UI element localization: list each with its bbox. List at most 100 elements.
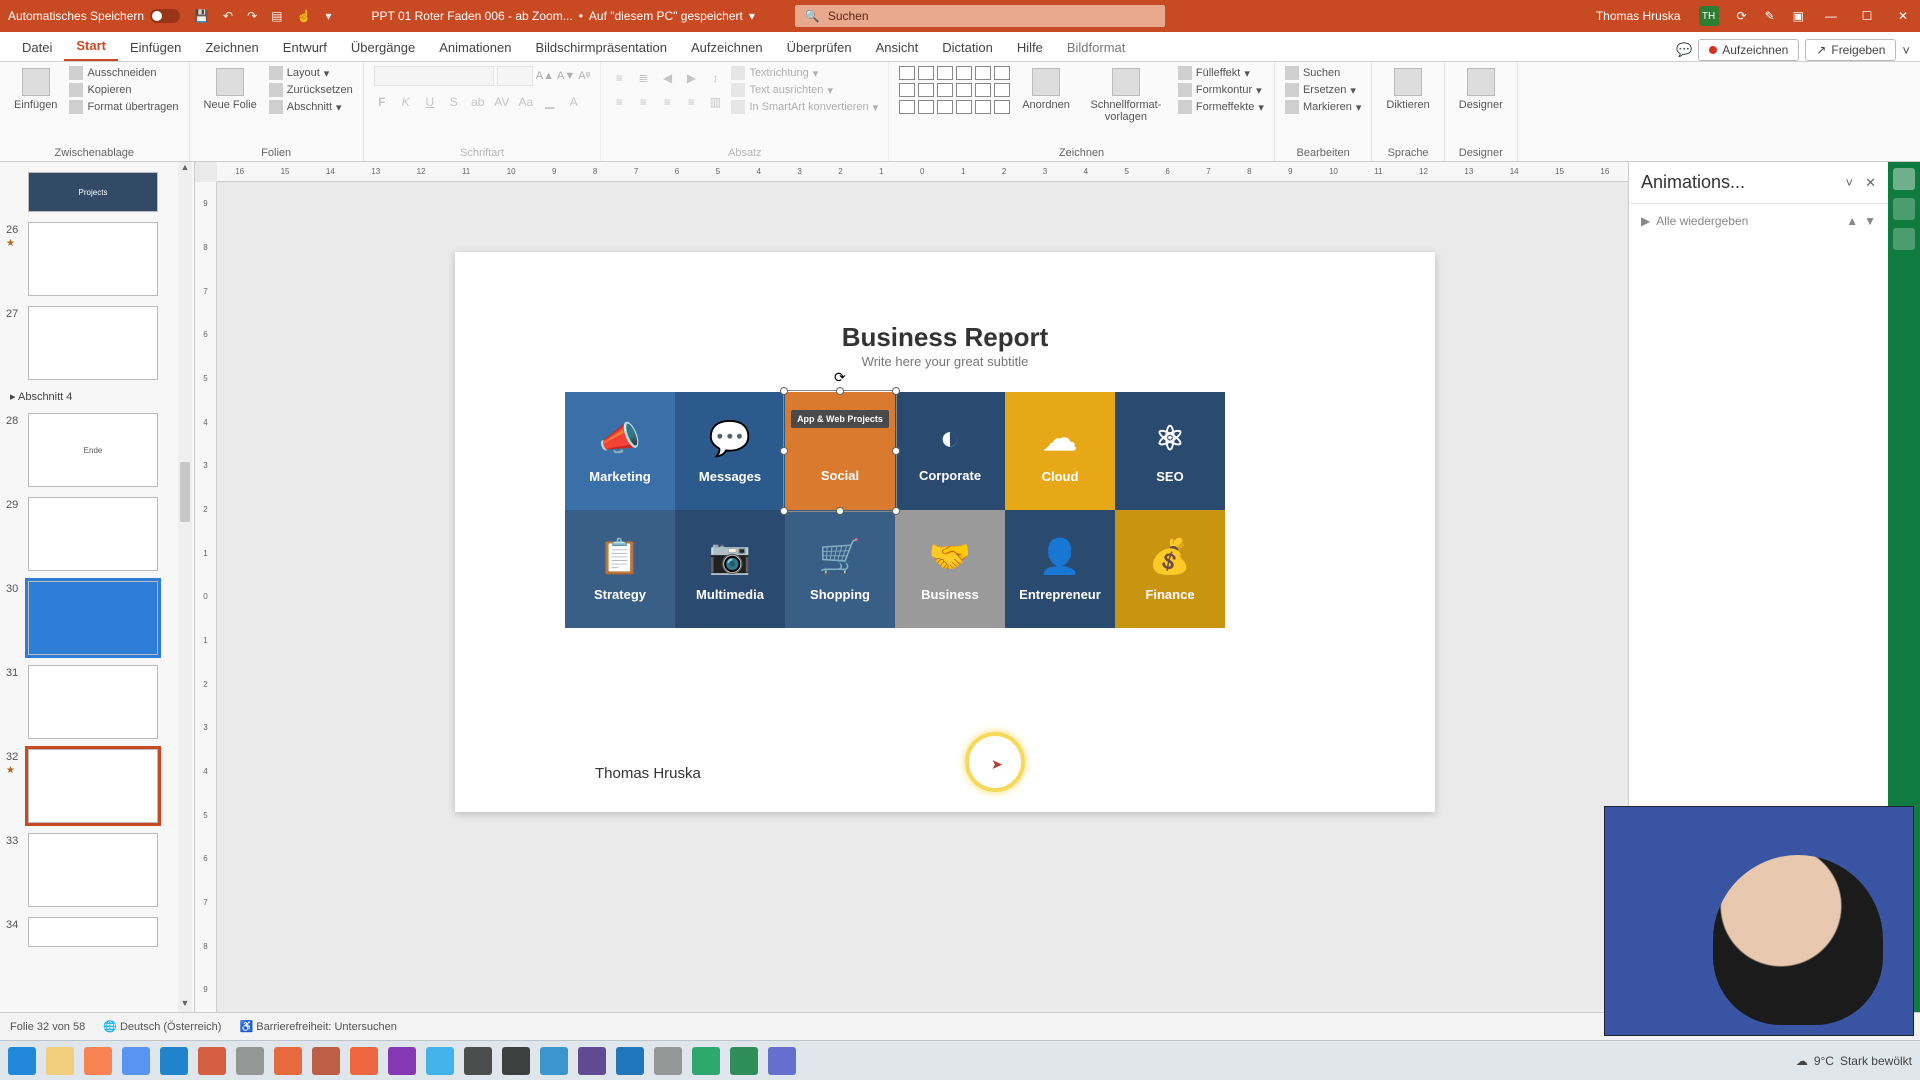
slide-canvas[interactable]: Business Report Write here your great su… (455, 252, 1435, 812)
slide-editor[interactable]: 1615141312111098765432101234567891011121… (195, 162, 1628, 1012)
start-button[interactable] (8, 1047, 36, 1075)
app-icon[interactable] (312, 1047, 340, 1075)
text-direction-button[interactable]: Textrichtung ▾ (731, 66, 878, 80)
play-all-label[interactable]: Alle wiedergeben (1656, 214, 1748, 228)
bullets-icon[interactable]: ≡ (611, 70, 627, 86)
scroll-up-icon[interactable]: ▲ (178, 162, 192, 176)
tab-einfuegen[interactable]: Einfügen (118, 34, 193, 61)
clear-format-icon[interactable]: Aᵠ (578, 70, 590, 82)
tile-seo[interactable]: ⚛SEO (1115, 392, 1225, 510)
accessibility-indicator[interactable]: ♿ Barrierefreiheit: Untersuchen (239, 1020, 396, 1033)
grow-font-icon[interactable]: A▲ (536, 70, 554, 82)
play-icon[interactable]: ▶ (1641, 214, 1650, 228)
rotate-handle-icon[interactable]: ⟳ (834, 369, 846, 386)
present-icon[interactable]: ▤ (271, 9, 282, 23)
tab-animationen[interactable]: Animationen (427, 34, 523, 61)
side-icon[interactable] (1893, 168, 1915, 190)
shrink-font-icon[interactable]: A▼ (557, 70, 575, 82)
author-text[interactable]: Thomas Hruska (595, 765, 701, 782)
fill-button[interactable]: Fülleffekt ▾ (1178, 66, 1264, 80)
tab-bildformat[interactable]: Bildformat (1055, 34, 1138, 61)
columns-icon[interactable]: ▥ (707, 94, 723, 110)
record-button[interactable]: Aufzeichnen (1698, 39, 1799, 61)
side-icon[interactable] (1893, 228, 1915, 250)
redo-icon[interactable]: ↷ (247, 9, 257, 23)
line-spacing-icon[interactable]: ↕ (707, 70, 723, 86)
slide-counter[interactable]: Folie 32 von 58 (10, 1021, 85, 1033)
align-right-icon[interactable]: ≡ (659, 94, 675, 110)
scroll-down-icon[interactable]: ▼ (178, 998, 192, 1012)
case-button[interactable]: Aa (518, 94, 534, 110)
edge-icon[interactable] (692, 1047, 720, 1075)
chrome-icon[interactable] (122, 1047, 150, 1075)
find-button[interactable]: Suchen (1285, 66, 1361, 80)
user-avatar[interactable]: TH (1699, 6, 1719, 26)
align-just-icon[interactable]: ≡ (683, 94, 699, 110)
format-painter-button[interactable]: Format übertragen (69, 100, 178, 114)
thumb-29[interactable]: 29 (28, 497, 176, 571)
new-slide-button[interactable]: Neue Folie (200, 66, 261, 113)
numbering-icon[interactable]: ≣ (635, 70, 651, 86)
section-header[interactable]: ▸ Abschnitt 4 (10, 390, 176, 403)
window-icon[interactable]: ▣ (1793, 9, 1804, 23)
onenote-icon[interactable] (388, 1047, 416, 1075)
indent-inc-icon[interactable]: ▶ (683, 70, 699, 86)
close-button[interactable]: ✕ (1894, 9, 1912, 23)
close-icon[interactable]: ✕ (1865, 175, 1876, 191)
move-down-icon[interactable]: ▼ (1864, 214, 1876, 228)
strike-button[interactable]: S (446, 94, 462, 110)
arrange-button[interactable]: Anordnen (1018, 66, 1074, 113)
firefox-icon[interactable] (84, 1047, 112, 1075)
share-button[interactable]: ↗Freigeben (1805, 39, 1896, 61)
toggle-icon[interactable] (150, 9, 180, 23)
tab-ansicht[interactable]: Ansicht (864, 34, 931, 61)
tab-aufzeichnen[interactable]: Aufzeichnen (679, 34, 775, 61)
thumb-32[interactable]: 32★ (28, 749, 176, 823)
app-icon[interactable] (654, 1047, 682, 1075)
vertical-ruler[interactable]: 9876543210123456789 (195, 182, 217, 1012)
ribbon-collapse-icon[interactable]: ˅ (1902, 43, 1910, 58)
chevron-down-icon[interactable]: ˅ (1846, 175, 1854, 191)
reset-button[interactable]: Zurücksetzen (269, 83, 353, 97)
paste-button[interactable]: Einfügen (10, 66, 61, 113)
tile-entrepreneur[interactable]: 👤Entrepreneur (1005, 510, 1115, 628)
weather-widget[interactable]: ☁ 9°C Stark bewölkt (1796, 1054, 1912, 1068)
app-icon[interactable] (578, 1047, 606, 1075)
align-center-icon[interactable]: ≡ (635, 94, 651, 110)
dictate-button[interactable]: Diktieren (1382, 66, 1433, 113)
tile-cloud[interactable]: ☁Cloud (1005, 392, 1115, 510)
font-size-input[interactable] (497, 66, 533, 86)
replace-button[interactable]: Ersetzen ▾ (1285, 83, 1361, 97)
thumb-partial[interactable]: Projects (28, 172, 176, 212)
outline-button[interactable]: Formkontur ▾ (1178, 83, 1264, 97)
thumb-27[interactable]: 27 (28, 306, 176, 380)
effects-button[interactable]: Formeffekte ▾ (1178, 100, 1264, 114)
tab-entwurf[interactable]: Entwurf (271, 34, 339, 61)
highlight-button[interactable]: ▁ (542, 94, 558, 110)
slide-subtitle[interactable]: Write here your great subtitle (455, 354, 1435, 369)
autosave-toggle[interactable]: Automatisches Speichern (8, 9, 180, 23)
font-color-button[interactable]: A (566, 94, 582, 110)
select-button[interactable]: Markieren ▾ (1285, 100, 1361, 114)
smartart-button[interactable]: In SmartArt konvertieren ▾ (731, 100, 878, 114)
italic-button[interactable]: K (398, 94, 414, 110)
cut-button[interactable]: Ausschneiden (69, 66, 178, 80)
align-text-button[interactable]: Text ausrichten ▾ (731, 83, 878, 97)
side-icon[interactable] (1893, 198, 1915, 220)
section-button[interactable]: Abschnitt ▾ (269, 100, 353, 114)
app-icon[interactable] (236, 1047, 264, 1075)
app-icon[interactable] (540, 1047, 568, 1075)
tile-messages[interactable]: 💬Messages (675, 392, 785, 510)
powerpoint-icon[interactable] (198, 1047, 226, 1075)
app-icon[interactable] (502, 1047, 530, 1075)
teams-icon[interactable] (768, 1047, 796, 1075)
slide-title[interactable]: Business Report (455, 322, 1435, 353)
document-title[interactable]: PPT 01 Roter Faden 006 - ab Zoom... • Au… (371, 9, 754, 23)
language-indicator[interactable]: 🌐 Deutsch (Österreich) (103, 1020, 221, 1033)
thumb-34[interactable]: 34 (28, 917, 176, 947)
shapes-gallery[interactable] (899, 66, 1010, 114)
tab-uebergaenge[interactable]: Übergänge (339, 34, 427, 61)
shadow-button[interactable]: ab (470, 94, 486, 110)
tile-shopping[interactable]: 🛒Shopping (785, 510, 895, 628)
horizontal-ruler[interactable]: 1615141312111098765432101234567891011121… (217, 162, 1628, 182)
